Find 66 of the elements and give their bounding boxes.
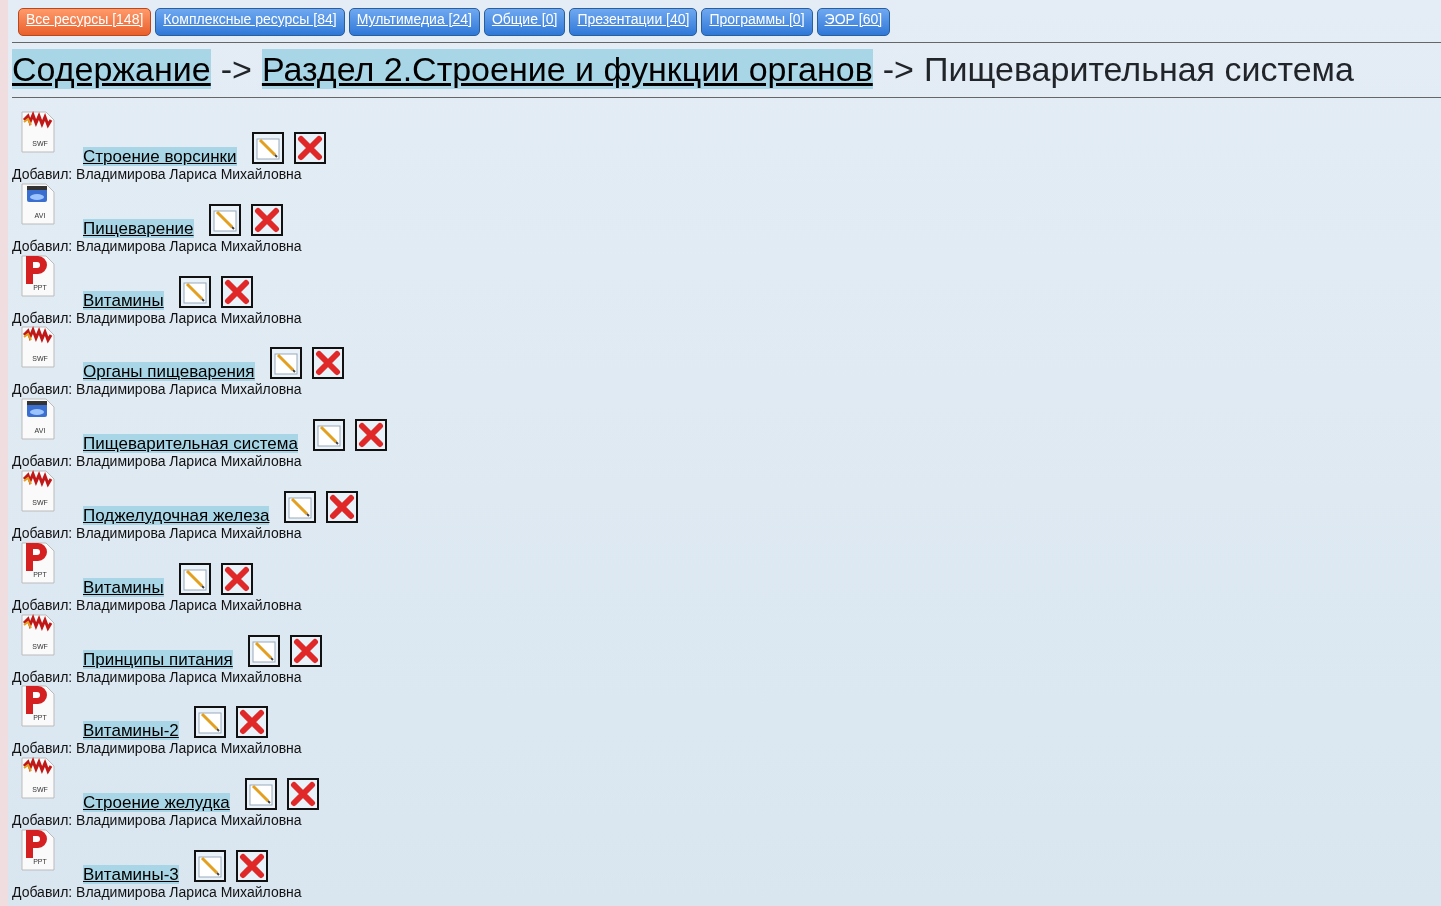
delete-button[interactable] xyxy=(289,634,322,667)
author-text: Добавил: Владимирова Лариса Михайловна xyxy=(12,525,303,541)
notepad-pencil-icon xyxy=(272,350,299,377)
author-text: Добавил: Владимирова Лариса Михайловна xyxy=(12,596,303,613)
edit-button[interactable] xyxy=(244,778,277,811)
author-text: Добавил: Владимирова Лариса Михайловна xyxy=(12,812,303,829)
resource-link[interactable]: Органы пищеварения xyxy=(83,362,255,382)
delete-button[interactable] xyxy=(220,562,253,595)
close-icon xyxy=(223,565,250,592)
delete-button[interactable] xyxy=(250,203,283,236)
edit-button[interactable] xyxy=(178,275,211,308)
edit-button[interactable] xyxy=(251,132,284,164)
resource-link[interactable]: Витамины-2 xyxy=(83,721,179,741)
breadcrumb-current: Пищеварительная система xyxy=(923,49,1354,89)
breadcrumb-separator: -> xyxy=(220,49,252,89)
notepad-pencil-icon xyxy=(247,781,274,808)
edit-button[interactable] xyxy=(284,491,317,523)
resource-link[interactable]: Пищеварение xyxy=(83,218,194,238)
close-icon xyxy=(292,637,319,664)
delete-button[interactable] xyxy=(326,491,359,523)
resource-link[interactable]: Поджелудочная железа xyxy=(83,506,270,525)
close-icon xyxy=(223,278,250,305)
delete-button[interactable] xyxy=(235,706,268,739)
author-text: Добавил: Владимирова Лариса Михайловна xyxy=(12,883,303,900)
delete-button[interactable] xyxy=(286,778,319,811)
notepad-pencil-icon xyxy=(287,494,314,520)
close-icon xyxy=(357,422,384,449)
delete-button[interactable] xyxy=(220,275,253,308)
resource-link[interactable]: Витамины xyxy=(83,290,164,310)
breadcrumb-separator: -> xyxy=(882,49,914,89)
edit-button[interactable] xyxy=(247,634,280,667)
breadcrumb-link[interactable]: Содержание xyxy=(12,49,211,89)
close-icon xyxy=(314,350,341,377)
resource-link[interactable]: Витамины xyxy=(83,577,164,597)
resource-link[interactable]: Строение желудка xyxy=(83,793,230,813)
edit-button[interactable] xyxy=(312,419,345,452)
notepad-pencil-icon xyxy=(315,422,342,449)
close-icon xyxy=(253,206,280,233)
resource-link[interactable]: Витамины-3 xyxy=(83,864,179,884)
author-text: Добавил: Владимирова Лариса Михайловна xyxy=(12,453,303,470)
resource-link[interactable]: Пищеварительная система xyxy=(83,434,298,454)
delete-button[interactable] xyxy=(293,132,326,164)
edit-button[interactable] xyxy=(193,849,226,882)
delete-button[interactable] xyxy=(235,849,268,882)
author-text: Добавил: Владимирова Лариса Михайловна xyxy=(12,668,303,685)
delete-button[interactable] xyxy=(354,419,387,452)
close-icon xyxy=(296,135,323,161)
author-text: Добавил: Владимирова Лариса Михайловна xyxy=(12,166,303,182)
notepad-pencil-icon xyxy=(254,135,281,161)
notepad-pencil-icon xyxy=(196,709,223,736)
close-icon xyxy=(289,781,316,808)
close-icon xyxy=(238,709,265,736)
close-icon xyxy=(329,494,356,520)
breadcrumb-link[interactable]: Раздел 2.Строение и функции органов xyxy=(261,49,873,89)
edit-button[interactable] xyxy=(269,347,302,380)
resource-link[interactable]: Принципы питания xyxy=(83,649,233,669)
author-text: Добавил: Владимирова Лариса Михайловна xyxy=(12,309,303,326)
delete-button[interactable] xyxy=(311,347,344,380)
close-icon xyxy=(238,852,265,879)
edit-button[interactable] xyxy=(208,203,241,236)
author-text: Добавил: Владимирова Лариса Михайловна xyxy=(12,740,303,757)
edit-button[interactable] xyxy=(178,562,211,595)
author-text: Добавил: Владимирова Лариса Михайловна xyxy=(12,237,303,254)
author-text: Добавил: Владимирова Лариса Михайловна xyxy=(12,381,303,398)
resource-link[interactable]: Строение ворсинки xyxy=(83,147,237,166)
edit-button[interactable] xyxy=(193,706,226,739)
